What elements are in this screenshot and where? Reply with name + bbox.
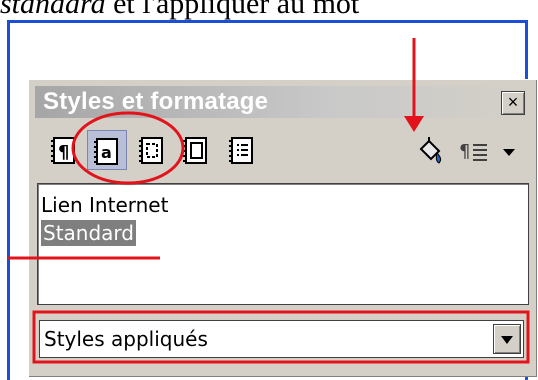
tab-paragraph-styles[interactable]: ¶ — [45, 130, 85, 170]
panel-title: Styles et formatage — [43, 88, 269, 115]
tab-frame-styles[interactable] — [133, 130, 173, 170]
page-styles-icon — [183, 137, 207, 164]
close-button[interactable]: × — [501, 91, 525, 115]
styles-panel: Styles et formatage × ¶ a ¶ Lien Interne… — [28, 79, 537, 377]
svg-text:¶: ¶ — [459, 141, 470, 162]
new-style-from-selection-icon: ¶ — [459, 141, 515, 162]
svg-text:a: a — [101, 143, 112, 162]
svg-text:¶: ¶ — [58, 142, 69, 163]
list-item-lien-internet[interactable]: Lien Internet — [41, 192, 168, 218]
caption-italic: standard — [0, 0, 106, 20]
list-item-standard[interactable]: Standard — [41, 220, 136, 246]
tab-page-styles[interactable] — [177, 130, 217, 170]
style-filter-select[interactable]: Styles appliqués — [39, 320, 524, 358]
fill-format-mode-button[interactable] — [411, 130, 451, 170]
chevron-down-icon[interactable] — [493, 324, 521, 354]
caption-rest: et l'appliquer au mot — [105, 0, 360, 20]
frame-styles-icon — [139, 137, 163, 164]
paragraph-styles-icon: ¶ — [51, 137, 75, 164]
tab-character-styles[interactable]: a — [87, 130, 127, 170]
tab-list-styles[interactable] — [223, 130, 263, 170]
list-styles-icon — [229, 137, 253, 164]
fill-format-mode-icon — [419, 137, 442, 164]
character-styles-icon: a — [94, 138, 118, 165]
styles-list[interactable]: Lien Internet Standard — [37, 183, 529, 305]
style-filter-value: Styles appliqués — [44, 327, 208, 351]
new-style-menu-button[interactable]: ¶ — [455, 130, 525, 170]
panel-titlebar: Styles et formatage × — [35, 86, 529, 118]
